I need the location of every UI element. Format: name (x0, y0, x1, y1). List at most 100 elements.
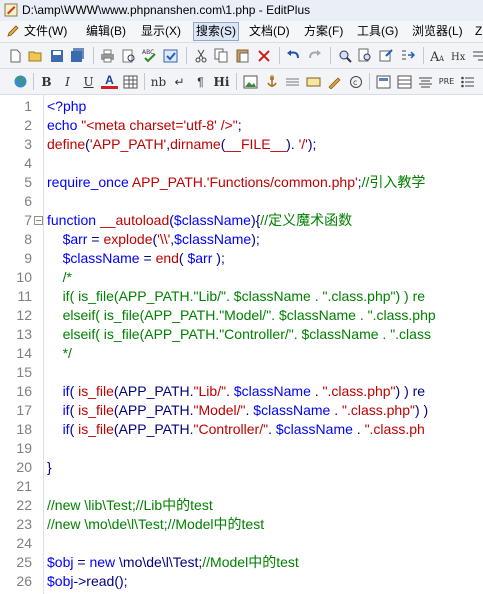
font-size-icon[interactable]: AA (429, 47, 446, 64)
goto-line-icon[interactable] (399, 47, 416, 64)
pre-button[interactable]: PRE (438, 73, 455, 90)
form-icon[interactable] (326, 73, 343, 90)
save-all-icon[interactable] (69, 47, 86, 64)
code-token: ->read(); (73, 573, 128, 589)
frame-icon[interactable] (396, 73, 413, 90)
menu-document[interactable]: 文档(D) (247, 23, 292, 40)
font-color-button[interactable]: A (101, 73, 118, 89)
line-number: 11 (17, 288, 32, 304)
code-line[interactable]: 22 //new \lib\Test;//Lib中的test (0, 496, 483, 515)
code-line[interactable]: 26 $obj->read(); (0, 572, 483, 591)
align-center-icon[interactable] (417, 73, 434, 90)
hex-view-icon[interactable]: Hx (450, 47, 467, 64)
code-token: ( (69, 421, 79, 437)
nbsp-button[interactable]: nb (150, 73, 167, 90)
code-token: ".class.php" (322, 383, 396, 399)
fold-toggle-icon[interactable]: − (34, 216, 43, 225)
code-token: ); (212, 250, 225, 266)
open-folder-icon[interactable] (27, 47, 44, 64)
paste-icon[interactable] (234, 47, 251, 64)
table-icon[interactable] (122, 73, 139, 90)
new-file-icon[interactable] (6, 47, 23, 64)
code-line[interactable]: 13 elseif( is_file(APP_PATH."Controller/… (0, 325, 483, 344)
code-token: ); (251, 231, 260, 247)
undo-icon[interactable] (285, 47, 302, 64)
code-line[interactable]: 19 (0, 439, 483, 458)
code-line[interactable]: 17 if( is_file(APP_PATH."Model/". $class… (0, 401, 483, 420)
menu-project[interactable]: 方案(F) (302, 23, 345, 40)
globe-icon[interactable] (12, 73, 29, 90)
code-token: (APP_PATH. (113, 421, 194, 437)
menu-edit[interactable]: 编辑(B) (84, 23, 128, 40)
menu-file[interactable]: 文件(W) (22, 23, 69, 40)
code-line[interactable]: 24 (0, 534, 483, 553)
menu-view[interactable]: 显示(X) (139, 23, 183, 40)
line-number: 21 (16, 478, 32, 494)
heading-button[interactable]: Hi (213, 73, 230, 90)
line-number: 2 (24, 117, 32, 133)
code-line[interactable]: 11 if( is_file(APP_PATH."Lib/". $classNa… (0, 287, 483, 306)
code-line[interactable]: 20} (0, 458, 483, 477)
anchor-icon[interactable] (263, 73, 280, 90)
code-line[interactable]: 23 //new \mo\de\l\Test;//Model中的test (0, 515, 483, 534)
code-token: . (268, 421, 276, 437)
cut-icon[interactable] (192, 47, 209, 64)
line-break-button[interactable]: ↵ (171, 73, 188, 90)
find-in-files-icon[interactable] (357, 47, 374, 64)
menu-search[interactable]: 搜索(S) (193, 22, 239, 41)
paragraph-button[interactable]: ¶ (192, 73, 209, 90)
save-icon[interactable] (48, 47, 65, 64)
code-line[interactable]: 6 (0, 192, 483, 211)
browser-preview-icon[interactable] (162, 47, 179, 64)
menu-tools[interactable]: 工具(G) (355, 23, 400, 40)
list-icon[interactable] (459, 73, 476, 90)
code-line[interactable]: 5 require_once APP_PATH.'Functions/common… (0, 173, 483, 192)
image-icon[interactable] (242, 73, 259, 90)
spell-check-icon[interactable]: ABC (141, 47, 158, 64)
menu-more[interactable]: Z (473, 23, 483, 40)
code-token: "Lib/" (193, 383, 227, 399)
copyright-icon[interactable]: c (347, 73, 364, 90)
code-token: if( is_file(APP_PATH."Lib/". $className … (62, 288, 426, 304)
menu-browser[interactable]: 浏览器(L) (410, 23, 465, 40)
copy-icon[interactable] (213, 47, 230, 64)
code-line[interactable]: 2 echo "<meta charset='utf-8' />"; (0, 116, 483, 135)
print-preview-icon[interactable] (120, 47, 137, 64)
code-token: dirname (170, 136, 221, 152)
delete-icon[interactable] (255, 47, 272, 64)
code-line[interactable]: 25 $obj = new \mo\de\l\Test;//Model中的test (0, 553, 483, 572)
underline-button[interactable]: U (80, 73, 97, 90)
code-text: elseif( is_file(APP_PATH."Controller/". … (47, 325, 431, 344)
code-token: $className (275, 421, 353, 437)
redo-icon[interactable] (306, 47, 323, 64)
layout-icon[interactable] (375, 73, 392, 90)
print-icon[interactable] (99, 47, 116, 64)
code-line[interactable]: 1 <?php (0, 97, 483, 116)
code-line[interactable]: 12 elseif( is_file(APP_PATH."Model/". $c… (0, 306, 483, 325)
code-line[interactable]: 15 (0, 363, 483, 382)
code-line[interactable]: 4 (0, 154, 483, 173)
bold-button[interactable]: B (38, 73, 55, 90)
code-line[interactable]: 18 if( is_file(APP_PATH."Controller/". $… (0, 420, 483, 439)
line-number: 6 (24, 193, 32, 209)
find-icon[interactable] (336, 47, 353, 64)
word-wrap-icon[interactable] (470, 47, 483, 64)
code-line[interactable]: 9 $className = end( $arr ); (0, 249, 483, 268)
code-token: is_file (78, 383, 114, 399)
italic-button[interactable]: I (59, 73, 76, 90)
code-line[interactable]: 8 $arr = explode('\\',$className); (0, 230, 483, 249)
code-line[interactable]: 21 (0, 477, 483, 496)
horizontal-rule-icon[interactable] (284, 73, 301, 90)
replace-icon[interactable] (378, 47, 395, 64)
comment-icon[interactable] (305, 73, 322, 90)
code-line[interactable]: 7− function __autoload($className){//定义魔术… (0, 211, 483, 230)
code-line[interactable]: 3 define('APP_PATH',dirname(__FILE__). '/… (0, 135, 483, 154)
code-line[interactable]: 10 /* (0, 268, 483, 287)
code-token: APP_PATH. (131, 174, 207, 190)
code-token: $className (174, 231, 252, 247)
code-text: $arr = explode('\\',$className); (47, 230, 260, 249)
svg-text:Hx: Hx (451, 52, 466, 63)
code-editor[interactable]: 1 <?php 2 echo "<meta charset='utf-8' />"; 3… (0, 95, 483, 594)
code-line[interactable]: 14 */ (0, 344, 483, 363)
code-line[interactable]: 16 if( is_file(APP_PATH."Lib/". $classNa… (0, 382, 483, 401)
